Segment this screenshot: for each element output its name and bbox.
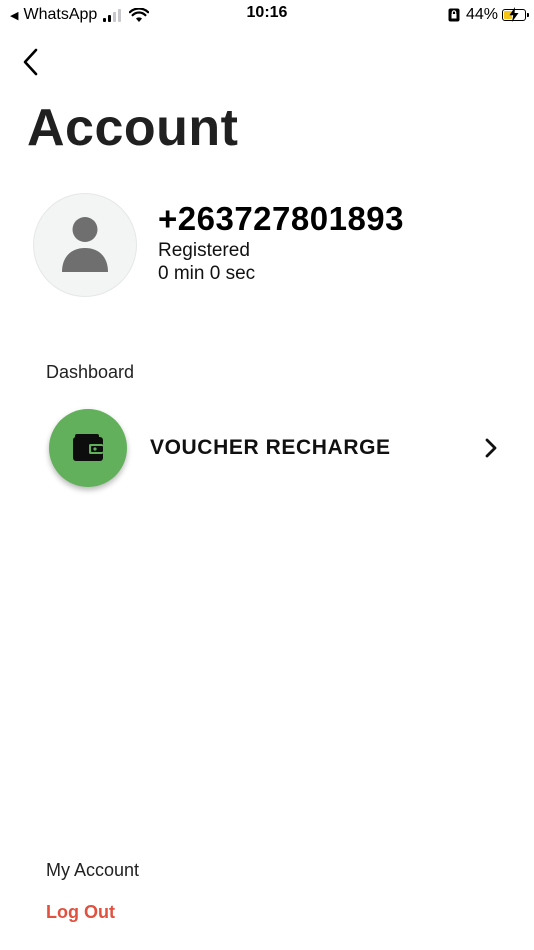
avatar [33,193,137,297]
chevron-left-icon [23,48,38,76]
wallet-icon [73,434,103,461]
voucher-recharge-label: VOUCHER RECHARGE [150,436,391,459]
person-icon [62,217,108,272]
status-bar: ◀ WhatsApp 10:16 44% [0,0,534,30]
charging-bolt-icon [509,7,519,22]
voucher-icon-circle [49,409,127,487]
orientation-lock-icon [448,8,460,22]
dashboard-section-label: Dashboard [46,362,135,382]
status-right: 44% [448,4,529,26]
back-button[interactable] [16,46,44,78]
battery-icon [502,7,529,22]
voucher-recharge-item[interactable]: VOUCHER RECHARGE [40,400,510,496]
logout-button[interactable]: Log Out [46,902,115,923]
registration-status: Registered [158,240,250,261]
page-title: Account [27,99,239,157]
chevron-right-icon [484,438,498,458]
battery-percent: 44% [465,6,498,23]
phone-number: +263727801893 [158,200,405,237]
my-account-section-label: My Account [46,860,140,880]
call-duration: 0 min 0 sec [158,263,256,284]
